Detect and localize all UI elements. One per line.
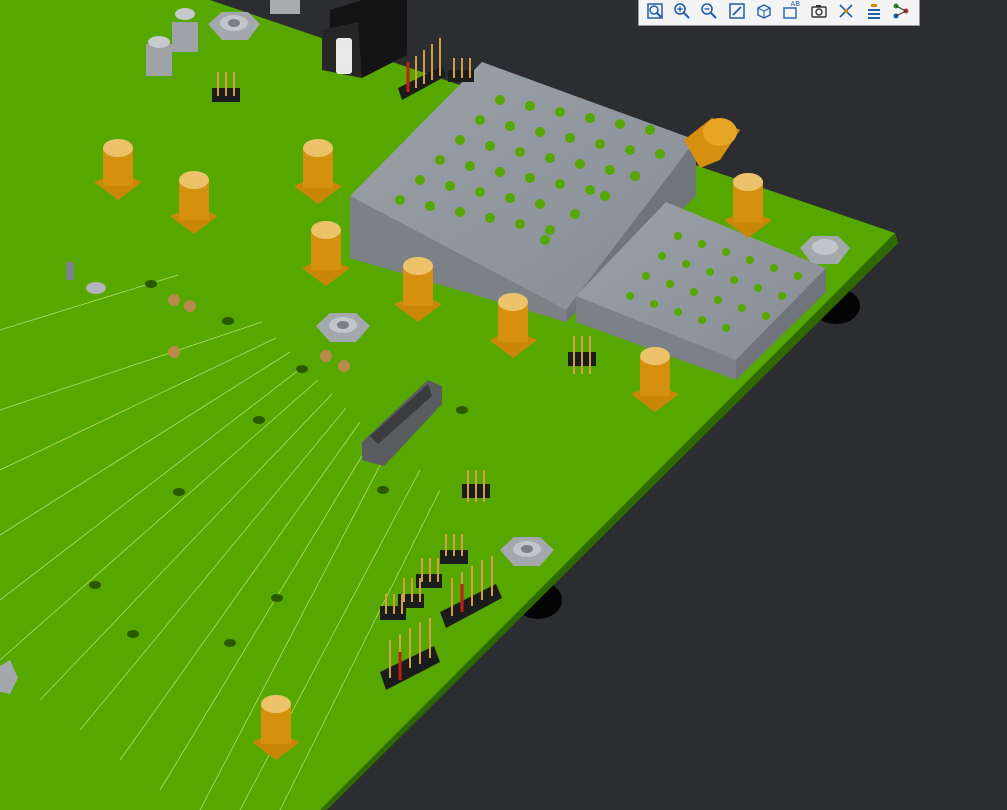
view-cube-icon [755, 2, 773, 24]
snapshot-icon [810, 2, 828, 24]
view-cube-button[interactable] [752, 2, 777, 24]
view-toolbar: AB [638, 0, 920, 26]
pcb-3d-viewport[interactable] [0, 0, 1007, 810]
label-view-button[interactable]: AB [779, 0, 804, 24]
zoom-fit-icon [646, 2, 664, 24]
snapshot-button[interactable] [806, 2, 831, 24]
layer-stack-button[interactable] [861, 2, 886, 24]
net-tree-icon [892, 2, 910, 24]
label-view-text: AB [790, 0, 801, 8]
zoom-out-icon [700, 2, 718, 24]
layer-stack-icon [865, 2, 883, 24]
zoom-in-button[interactable] [669, 2, 694, 24]
explode-icon [837, 2, 855, 24]
zoom-fit-button[interactable] [642, 2, 667, 24]
zoom-out-button[interactable] [697, 2, 722, 24]
explode-button[interactable] [834, 2, 859, 24]
label-view-icon: AB [782, 0, 801, 24]
zoom-area-button[interactable] [724, 2, 749, 24]
zoom-area-icon [728, 2, 746, 24]
zoom-in-icon [673, 2, 691, 24]
net-tree-button[interactable] [889, 2, 914, 24]
